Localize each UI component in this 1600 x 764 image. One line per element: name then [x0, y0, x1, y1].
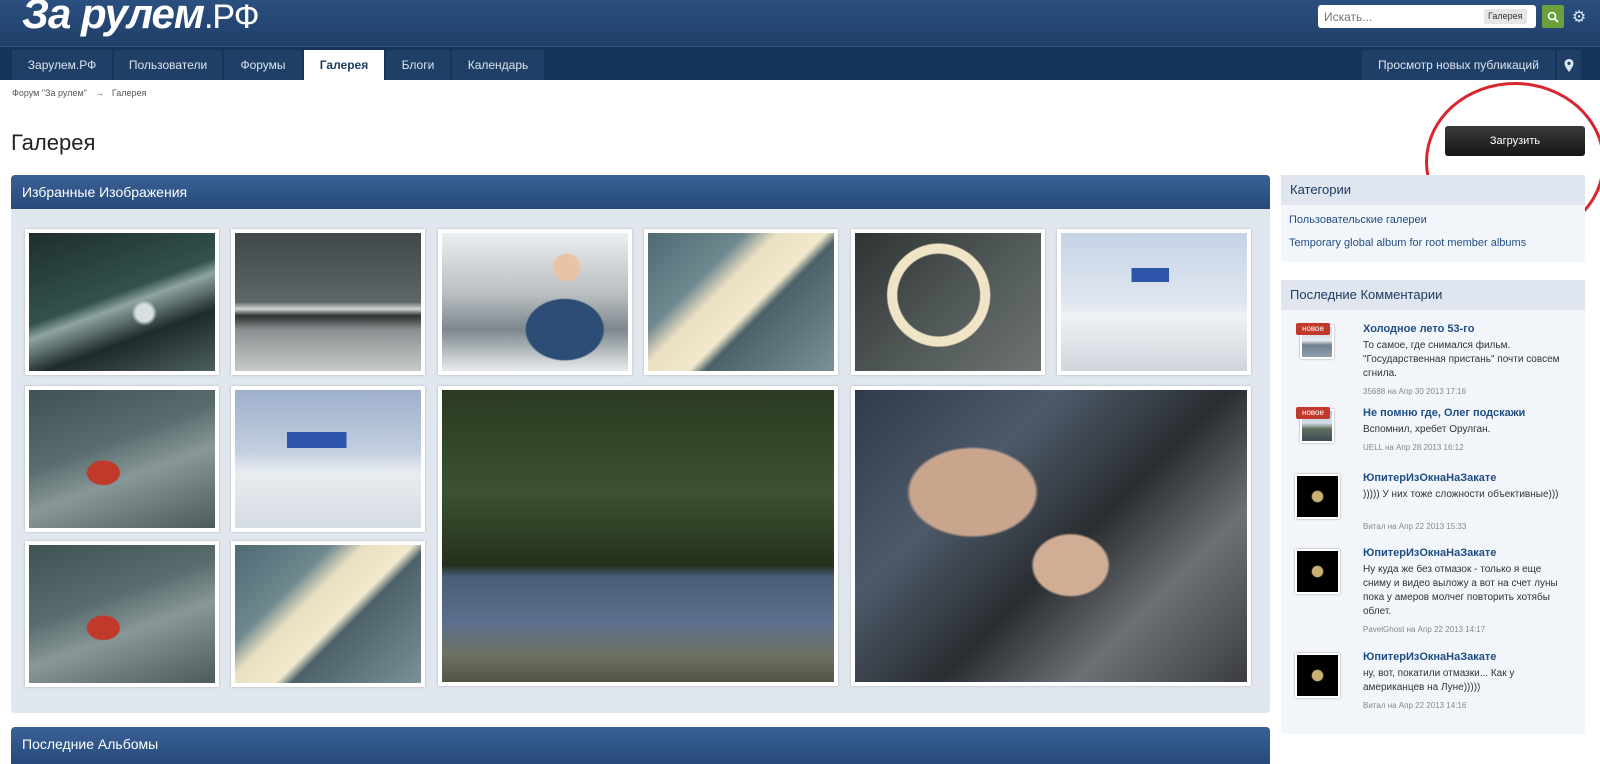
- gallery-thumb[interactable]: [438, 229, 632, 375]
- comment-item: новое Холодное лето 53-го То самое, где …: [1281, 323, 1585, 403]
- view-new-posts-link[interactable]: Просмотр новых публикаций: [1362, 50, 1555, 80]
- breadcrumb-separator: →: [94, 88, 104, 98]
- category-link[interactable]: Temporary global album for root member a…: [1289, 237, 1526, 249]
- site-header: За рулем.РФ Галерея ⚙: [0, 0, 1600, 46]
- gallery-thumb[interactable]: [25, 386, 219, 532]
- gallery-thumb[interactable]: [438, 386, 838, 686]
- gallery-thumb[interactable]: [851, 229, 1045, 375]
- tab-gallery[interactable]: Галерея: [304, 50, 384, 80]
- recent-comments-block: Последние Комментарии новое Холодное лет…: [1281, 280, 1585, 734]
- page-title: Галерея: [11, 130, 96, 155]
- comment-item: ЮпитерИзОкнаНаЗакате ну, вот, покатили о…: [1281, 651, 1585, 731]
- gallery-thumb[interactable]: [231, 386, 425, 532]
- site-logo[interactable]: За рулем.РФ: [22, 0, 260, 38]
- featured-images-panel: Избранные Изображения: [11, 175, 1270, 713]
- latest-albums-title: Последние Альбомы: [11, 727, 1270, 764]
- search-box: Галерея: [1318, 5, 1536, 28]
- comment-text: ))))) У них тоже сложности объективные))…: [1363, 489, 1559, 500]
- comment-meta: PavelGhost на Апр 22 2013 14:17: [1363, 625, 1486, 634]
- comment-text: То самое, где снимался фильм. "Государст…: [1363, 340, 1560, 379]
- gallery-thumb[interactable]: [231, 229, 425, 375]
- recent-comments-title: Последние Комментарии: [1281, 280, 1585, 310]
- comment-title[interactable]: Не помню где, Олег подскажи: [1363, 407, 1525, 419]
- comment-item: ЮпитерИзОкнаНаЗакате Ну куда же без отма…: [1281, 547, 1585, 642]
- comment-title[interactable]: ЮпитерИзОкнаНаЗакате: [1363, 472, 1496, 484]
- comment-title[interactable]: ЮпитерИзОкнаНаЗакате: [1363, 547, 1496, 559]
- categories-title: Категории: [1281, 175, 1585, 205]
- search-icon: [1547, 11, 1559, 23]
- tab-blogs[interactable]: Блоги: [386, 50, 450, 80]
- new-badge: новое: [1296, 407, 1330, 419]
- search-input[interactable]: [1318, 5, 1490, 28]
- comment-meta: Витал на Апр 22 2013 15:33: [1363, 522, 1467, 531]
- comment-meta: UELL на Апр 28 2013 16:12: [1363, 443, 1464, 452]
- comment-item: новое Не помню где, Олег подскажи Вспомн…: [1281, 407, 1585, 462]
- comment-thumbnail[interactable]: [1295, 474, 1340, 519]
- comment-text: Вспомнил, хребет Орулган.: [1363, 424, 1491, 435]
- gallery-thumb[interactable]: [231, 541, 425, 687]
- comment-text: ну, вот, покатили отмазки... Как у амери…: [1363, 668, 1515, 693]
- comment-meta: Витал на Апр 22 2013 14:16: [1363, 701, 1467, 710]
- breadcrumb-item-gallery[interactable]: Галерея: [112, 88, 147, 98]
- gallery-thumb[interactable]: [851, 386, 1251, 686]
- comment-text: Ну куда же без отмазок - только я еще сн…: [1363, 564, 1558, 617]
- search-button[interactable]: [1542, 5, 1564, 28]
- comment-title[interactable]: ЮпитерИзОкнаНаЗакате: [1363, 651, 1496, 663]
- search-scope[interactable]: Галерея: [1484, 9, 1527, 24]
- gallery-thumb[interactable]: [25, 229, 219, 375]
- categories-block: Категории Пользовательские галереи Tempo…: [1281, 175, 1585, 262]
- category-link[interactable]: Пользовательские галереи: [1289, 214, 1427, 226]
- tab-calendar[interactable]: Календарь: [452, 50, 544, 80]
- tab-users[interactable]: Пользователи: [114, 50, 222, 80]
- comment-thumbnail[interactable]: [1295, 549, 1340, 594]
- comment-thumbnail[interactable]: [1295, 653, 1340, 698]
- gallery-thumb[interactable]: [644, 229, 838, 375]
- comment-title[interactable]: Холодное лето 53-го: [1363, 323, 1474, 335]
- comment-item: ЮпитерИзОкнаНаЗакате ))))) У них тоже сл…: [1281, 472, 1585, 537]
- gallery-thumb[interactable]: [25, 541, 219, 687]
- main-nav: Зарулем.РФ Пользователи Форумы Галерея Б…: [0, 46, 1600, 80]
- comment-meta: 35688 на Апр 30 2013 17:16: [1363, 387, 1467, 396]
- tab-home[interactable]: Зарулем.РФ: [12, 50, 112, 80]
- new-badge: новое: [1296, 323, 1330, 335]
- map-pin-icon[interactable]: [1557, 50, 1581, 80]
- breadcrumb: Форум "За рулем" → Галерея: [12, 88, 146, 98]
- breadcrumb-item-forum[interactable]: Форум "За рулем": [12, 88, 87, 98]
- gear-icon[interactable]: ⚙: [1570, 7, 1588, 26]
- tab-forums[interactable]: Форумы: [224, 50, 302, 80]
- gallery-thumb[interactable]: [1057, 229, 1251, 375]
- featured-images-title: Избранные Изображения: [11, 175, 1270, 209]
